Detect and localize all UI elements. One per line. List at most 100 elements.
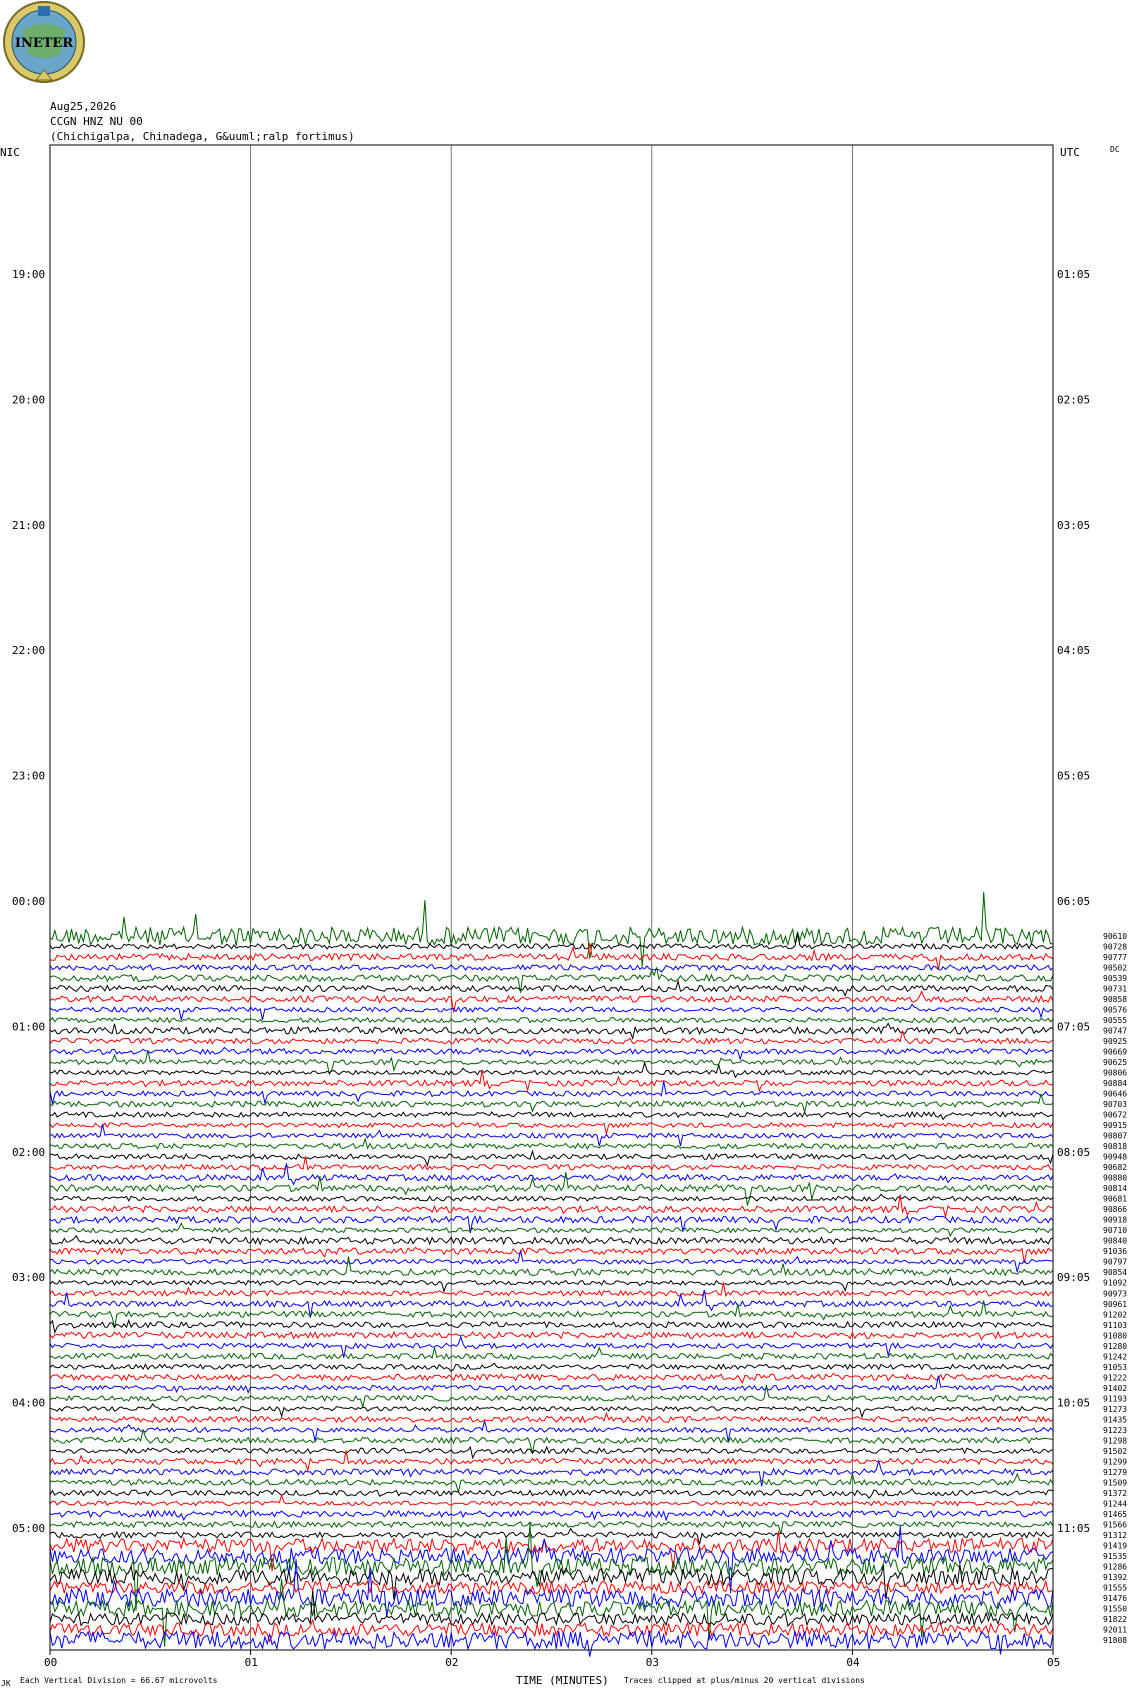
trace-count-label: 90961 [1103,1300,1127,1309]
right-hour-label: 01:05 [1057,268,1090,281]
dc-label: DC [1110,145,1120,154]
trace-count-label: 90731 [1103,985,1127,994]
trace-count-label: 91822 [1103,1615,1127,1624]
x-tick-label: 05 [1047,1656,1060,1669]
trace-count-label: 90818 [1103,1142,1127,1151]
seismic-trace [49,1234,1054,1246]
trace-count-label: 90880 [1103,1174,1127,1183]
trace-count-label: 90576 [1103,1006,1127,1015]
seismic-trace [49,1016,1054,1024]
seismic-trace [49,1215,1054,1234]
trace-count-label: 90728 [1103,943,1127,952]
trace-count-label: 90681 [1103,1195,1127,1204]
trace-count-label: 91299 [1103,1457,1127,1466]
x-tick-label: 01 [245,1656,258,1669]
right-hour-label: 10:05 [1057,1397,1090,1410]
footer-corner: JK [1,1679,11,1688]
seismic-trace [49,1121,1054,1134]
trace-count-label: 91502 [1103,1447,1127,1456]
seismic-trace [49,1362,1054,1373]
trace-count-label: 91808 [1103,1636,1127,1645]
left-hour-label: 00:00 [12,895,45,908]
seismic-trace [49,1046,1054,1061]
trace-count-label: 91273 [1103,1405,1127,1414]
left-hour-label: 19:00 [12,268,45,281]
trace-count-label: 91280 [1103,1342,1127,1351]
left-hour-label: 20:00 [12,393,45,406]
trace-count-label: 90866 [1103,1205,1127,1214]
seismic-trace [49,1520,1054,1534]
trace-count-label: 90710 [1103,1226,1127,1235]
seismic-trace [49,1250,1054,1273]
trace-count-label: 91476 [1103,1594,1127,1603]
left-hour-label: 05:00 [12,1522,45,1535]
trace-count-label: 90858 [1103,995,1127,1004]
trace-count-label: 91435 [1103,1415,1127,1424]
trace-count-label: 90973 [1103,1289,1127,1298]
trace-count-label: 90682 [1103,1163,1127,1172]
seismic-trace [49,892,1054,967]
trace-count-label: 90806 [1103,1069,1127,1078]
seismic-trace [49,1493,1054,1507]
seismic-trace [49,1222,1054,1238]
trace-count-label: 90777 [1103,953,1127,962]
trace-count-label: 91193 [1103,1394,1127,1403]
trace-count-label: 91465 [1103,1510,1127,1519]
trace-count-label: 90918 [1103,1216,1127,1225]
trace-count-label: 90747 [1103,1027,1127,1036]
right-axis-label: UTC [1060,146,1080,159]
footer-left: Each Vertical Division = 66.67 microvolt… [20,1676,218,1685]
left-hour-label: 03:00 [12,1271,45,1284]
trace-count-label: 90840 [1103,1237,1127,1246]
seismic-trace [49,1030,1054,1045]
trace-count-label: 91092 [1103,1279,1127,1288]
left-axis-label: NIC [0,146,20,159]
trace-count-label: 91509 [1103,1478,1127,1487]
left-hour-label: 04:00 [12,1397,45,1410]
seismic-trace [49,1163,1054,1186]
x-tick-label: 04 [846,1656,860,1669]
trace-count-label: 90669 [1103,1048,1127,1057]
right-hour-label: 02:05 [1057,393,1090,406]
trace-count-label: 91080 [1103,1331,1127,1340]
left-hour-label: 23:00 [12,770,45,783]
trace-count-label: 91036 [1103,1247,1127,1256]
trace-count-label: 90555 [1103,1016,1127,1025]
right-hour-label: 09:05 [1057,1271,1090,1284]
right-hour-label: 11:05 [1057,1522,1090,1535]
trace-count-label: 91222 [1103,1373,1127,1382]
left-hour-label: 21:00 [12,519,45,532]
helicorder-plot: NIC UTC DC 19:00 20:00 21:00 22:00 23:00 00:0… [0,144,1127,1688]
seismic-trace [49,1276,1054,1293]
trace-count-label: 91242 [1103,1352,1127,1361]
seismic-trace [49,1450,1054,1473]
trace-count-label: 90672 [1103,1111,1127,1120]
trace-count-label: 91279 [1103,1468,1127,1477]
seismic-trace [49,1137,1054,1150]
seismic-trace [49,933,1054,950]
left-hour-label: 22:00 [12,644,45,657]
seismic-trace [49,963,1054,974]
x-tick-label: 03 [646,1656,659,1669]
trace-count-label: 90502 [1103,964,1127,973]
x-tick-label: 02 [445,1656,458,1669]
seismic-trace [49,1590,1054,1628]
trace-count-label: 91053 [1103,1363,1127,1372]
seismic-trace [49,1335,1054,1358]
trace-count-label: 90539 [1103,974,1127,983]
trace-count-label: 91555 [1103,1583,1127,1592]
seismic-trace [49,1318,1054,1335]
trace-count-label: 92011 [1103,1625,1127,1634]
left-hour-label: 02:00 [12,1146,45,1159]
seismic-trace [49,1411,1054,1424]
trace-count-label: 91535 [1103,1552,1127,1561]
seismic-trace [49,1487,1054,1499]
seismic-trace [49,1346,1054,1361]
x-tick-label: 00 [44,1656,57,1669]
trace-count-label: 90625 [1103,1058,1127,1067]
trace-count-label: 90807 [1103,1132,1127,1141]
trace-count-label: 90797 [1103,1258,1127,1267]
seismic-trace [49,1509,1054,1522]
trace-count-label: 91550 [1103,1604,1127,1613]
seismic-trace [49,1445,1054,1460]
